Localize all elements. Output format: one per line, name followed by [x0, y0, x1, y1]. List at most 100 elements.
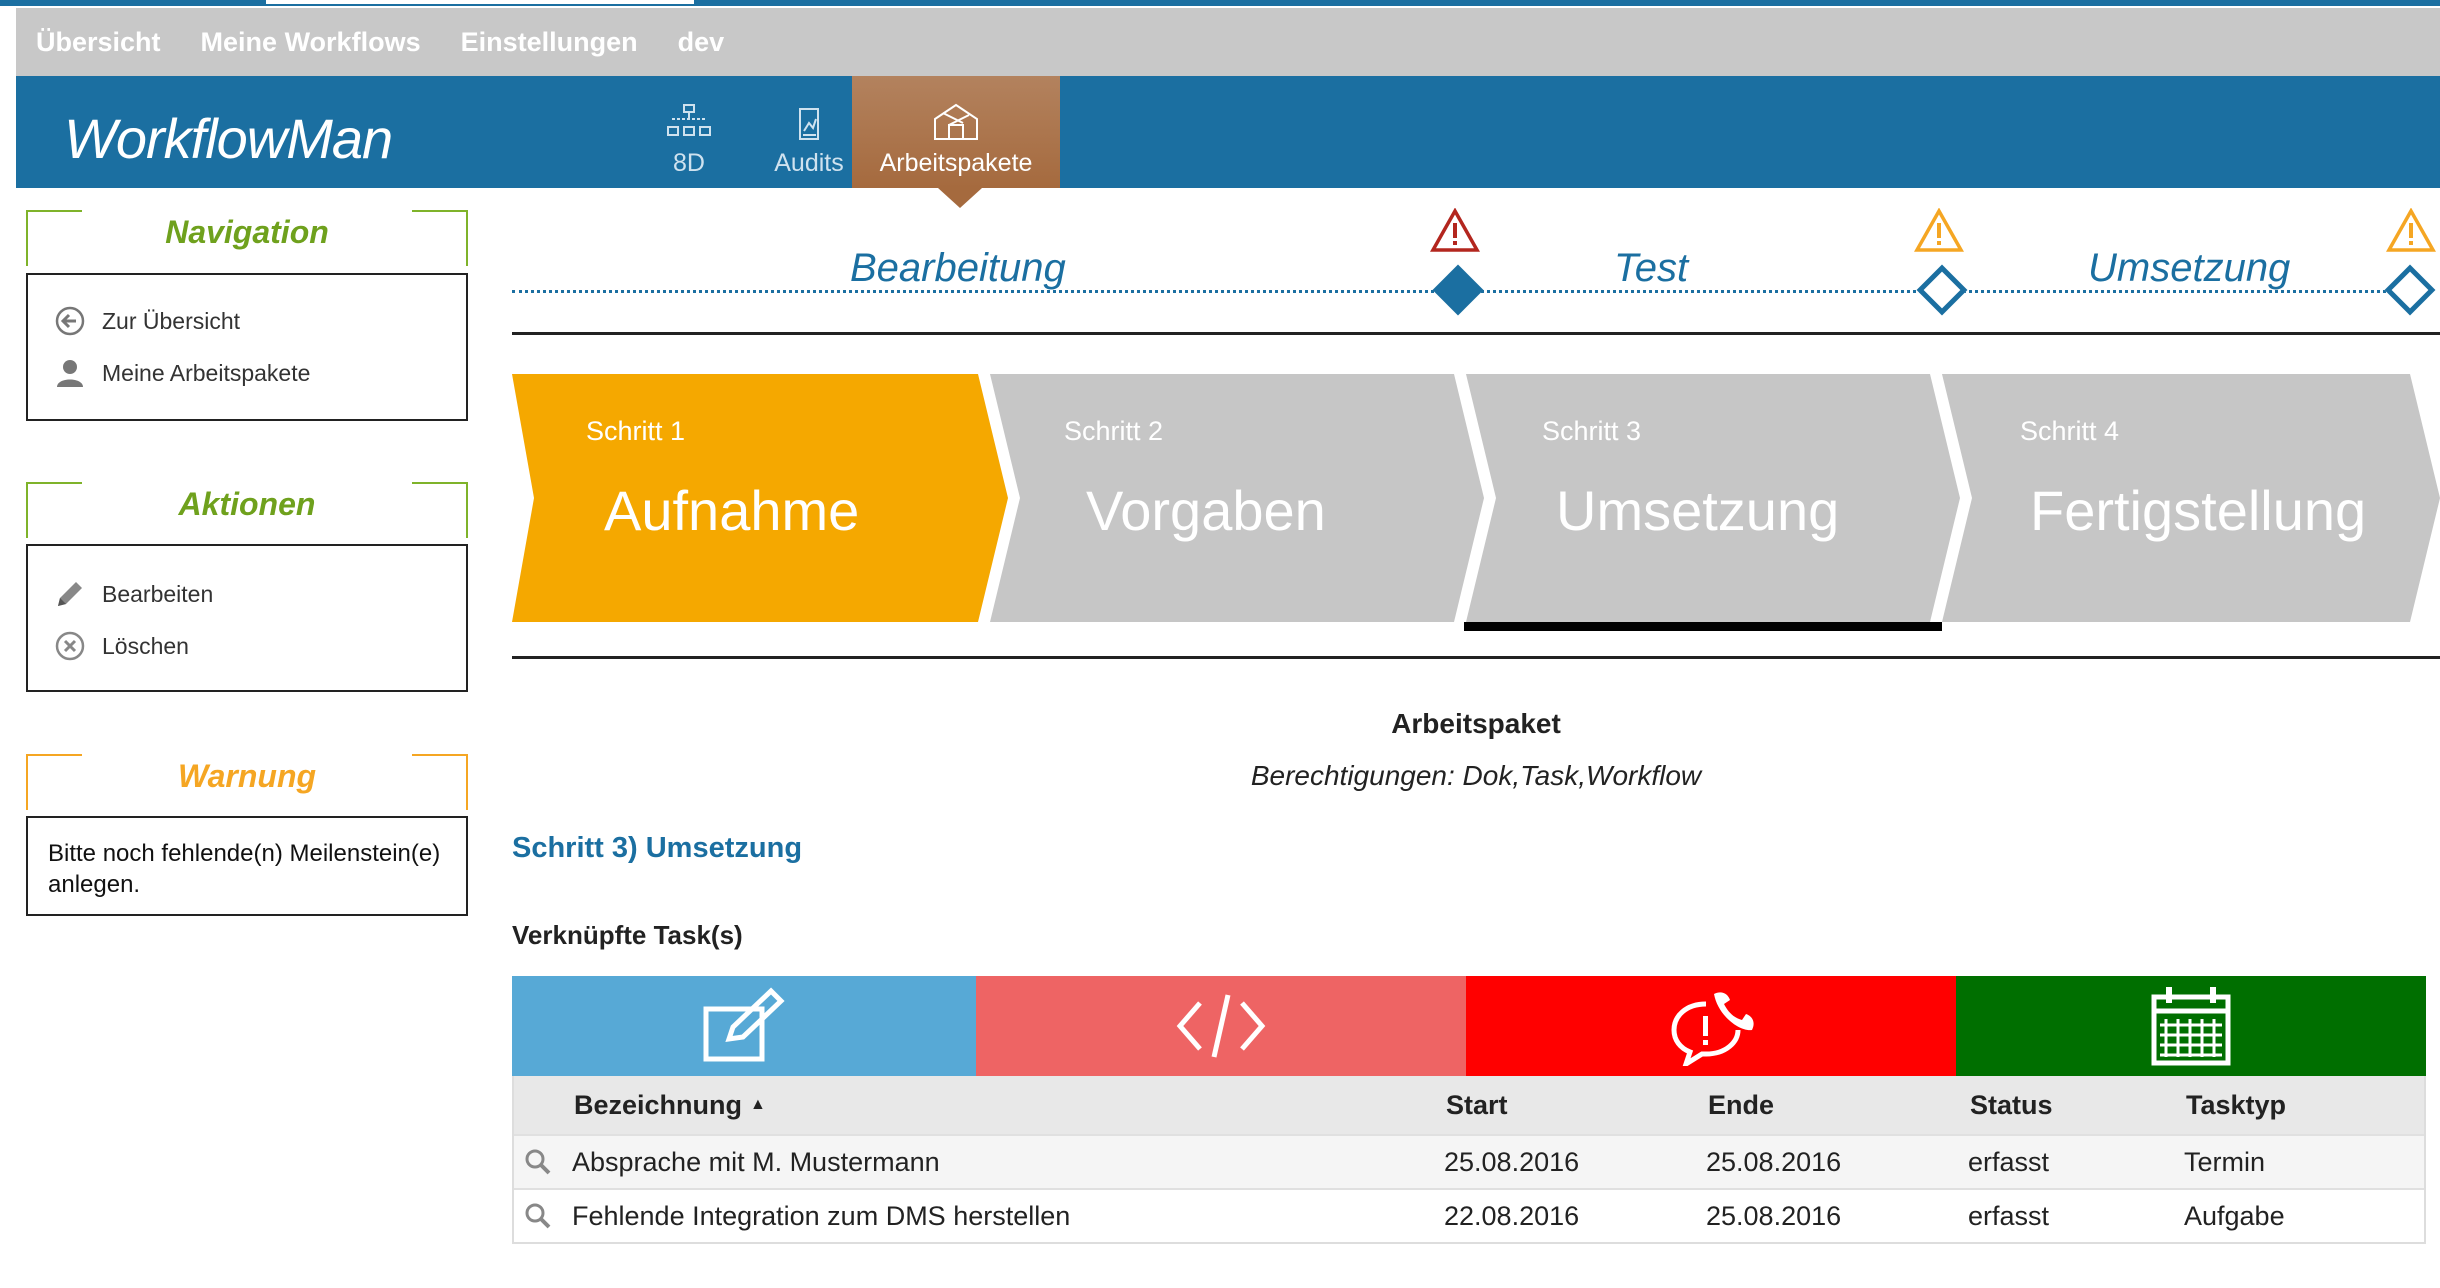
step-1[interactable]: Schritt 1 Aufnahme — [512, 374, 1008, 622]
step-4-number: Schritt 4 — [2020, 416, 2120, 446]
calendar-icon — [2151, 987, 2231, 1066]
cell-tasktyp: Aufgabe — [2184, 1200, 2285, 1231]
phase-line-test — [1468, 290, 1922, 293]
divider-line — [512, 656, 2440, 659]
warning-box: Bitte noch fehlende(n) Meilenstein(e) an… — [26, 816, 468, 916]
tab-8d-label: 8D — [673, 149, 705, 177]
task-type-edit-button[interactable] — [512, 976, 976, 1076]
menu-item-uebersicht[interactable]: Übersicht — [36, 27, 161, 58]
step-heading: Schritt 3) Umsetzung — [512, 832, 803, 864]
step-3-name: Umsetzung — [1556, 479, 1840, 542]
arrow-left-circle-icon — [54, 305, 86, 337]
top-menu-bar: Übersicht Meine Workflows Einstellungen … — [16, 8, 2440, 76]
warning-triangle-icon — [2386, 208, 2436, 252]
column-header-bezeichnung-label: Bezeichnung — [574, 1089, 743, 1120]
phase-label-umsetzung: Umsetzung — [2088, 246, 2291, 290]
phase-label-test: Test — [1614, 246, 1689, 290]
tab-arbeitspakete[interactable]: Arbeitspakete — [852, 76, 1060, 188]
task-type-code-button[interactable] — [976, 976, 1466, 1076]
milestone-diamond-open[interactable] — [1916, 264, 1968, 316]
tasks-table: Bezeichnung ▲ Start Ende Status Tasktyp … — [512, 1076, 2426, 1244]
sort-asc-icon: ▲ — [750, 1096, 766, 1113]
step-1-name: Aufnahme — [604, 479, 860, 542]
table-row[interactable]: Fehlende Integration zum DMS herstellen … — [514, 1188, 2424, 1242]
warning-title: Warnung — [82, 753, 412, 799]
nav-link-zur-uebersicht[interactable]: Zur Übersicht — [28, 295, 466, 347]
app-header: WorkflowMan 8D Audits Arbeitspakete — [16, 76, 2440, 188]
table-header: Bezeichnung ▲ Start Ende Status Tasktyp — [514, 1076, 2424, 1134]
tab-arbeitspakete-label: Arbeitspakete — [879, 149, 1033, 177]
user-icon — [54, 357, 86, 389]
step-2-number: Schritt 2 — [1064, 416, 1164, 446]
milestone-diamond-filled[interactable] — [1432, 264, 1484, 316]
edit-note-icon — [703, 987, 785, 1062]
tab-8d[interactable]: 8D — [638, 76, 740, 188]
page-title: Arbeitspaket — [1391, 708, 1561, 739]
menu-item-dev[interactable]: dev — [678, 27, 725, 58]
actions-section-header: Aktionen — [26, 481, 468, 538]
cell-status: erfasst — [1968, 1146, 2050, 1177]
tab-audits[interactable]: Audits — [754, 76, 864, 188]
cell-start: 25.08.2016 — [1444, 1146, 1580, 1177]
app-logo[interactable]: WorkflowMan — [64, 106, 393, 171]
8d-tree-icon — [667, 104, 711, 136]
current-step-indicator — [1464, 622, 1942, 631]
task-type-phone-button[interactable] — [1466, 976, 1956, 1076]
menu-item-einstellungen[interactable]: Einstellungen — [461, 27, 638, 58]
cell-ende: 25.08.2016 — [1706, 1146, 1842, 1177]
code-icon — [1176, 994, 1266, 1058]
nav-link-meine-arbeitspakete[interactable]: Meine Arbeitspakete — [28, 347, 466, 399]
page: Übersicht Meine Workflows Einstellungen … — [0, 0, 2440, 1288]
navigation-box: Zur Übersicht Meine Arbeitspakete — [26, 273, 468, 421]
actions-box: Bearbeiten Löschen — [26, 544, 468, 692]
navigation-section-header: Navigation — [26, 209, 468, 266]
cell-tasktyp: Termin — [2184, 1146, 2266, 1177]
warning-triangle-icon — [1430, 208, 1480, 252]
menu-item-meine-workflows[interactable]: Meine Workflows — [201, 27, 421, 58]
divider-line — [512, 332, 2440, 335]
phone-alert-icon — [1671, 992, 1754, 1066]
cell-bezeichnung: Absprache mit M. Mustermann — [572, 1146, 940, 1177]
permissions-text: Berechtigungen: Dok,Task,Workflow — [1250, 760, 1702, 791]
nav-link-meine-arbeitspakete-label: Meine Arbeitspakete — [102, 359, 311, 386]
step-4[interactable]: Schritt 4 Fertigstellung — [1942, 374, 2440, 622]
cell-ende: 25.08.2016 — [1706, 1200, 1842, 1231]
phase-label-bearbeitung: Bearbeitung — [850, 246, 1066, 290]
column-header-bezeichnung[interactable]: Bezeichnung ▲ — [574, 1076, 766, 1134]
x-circle-icon — [54, 630, 86, 662]
action-loeschen-label: Löschen — [102, 632, 189, 659]
action-bearbeiten-label: Bearbeiten — [102, 580, 214, 607]
actions-title: Aktionen — [82, 481, 412, 527]
search-icon[interactable] — [524, 1136, 552, 1188]
step-3[interactable]: Schritt 3 Umsetzung — [1466, 374, 1960, 622]
warning-section-header: Warnung — [26, 753, 468, 810]
column-header-tasktyp[interactable]: Tasktyp — [2186, 1076, 2286, 1134]
action-bearbeiten[interactable]: Bearbeiten — [28, 568, 466, 620]
cell-status: erfasst — [1968, 1200, 2050, 1231]
step-2-name: Vorgaben — [1086, 479, 1326, 542]
warning-text: Bitte noch fehlende(n) Meilenstein(e) an… — [48, 840, 441, 898]
pencil-icon — [54, 578, 86, 610]
column-header-start[interactable]: Start — [1446, 1076, 1508, 1134]
linked-tasks-heading: Verknüpfte Task(s) — [512, 920, 743, 950]
step-4-name: Fertigstellung — [2030, 479, 2367, 542]
table-row[interactable]: Absprache mit M. Mustermann 25.08.2016 2… — [514, 1134, 2424, 1188]
cell-start: 22.08.2016 — [1444, 1200, 1580, 1231]
top-accent-gap — [266, 0, 694, 4]
audit-chart-icon — [799, 108, 819, 140]
step-2[interactable]: Schritt 2 Vorgaben — [990, 374, 1484, 622]
active-tab-pointer — [938, 188, 982, 208]
package-house-icon — [934, 103, 978, 140]
milestone-diamond-open[interactable] — [2384, 264, 2436, 316]
task-type-calendar-button[interactable] — [1956, 976, 2426, 1076]
task-type-bar — [512, 976, 2426, 1076]
step-1-number: Schritt 1 — [586, 416, 686, 446]
warning-triangle-icon — [1914, 208, 1964, 252]
column-header-status[interactable]: Status — [1970, 1076, 2053, 1134]
navigation-title: Navigation — [82, 209, 412, 255]
search-icon[interactable] — [524, 1190, 552, 1242]
cell-bezeichnung: Fehlende Integration zum DMS herstellen — [572, 1200, 1071, 1231]
tab-audits-label: Audits — [774, 149, 844, 177]
column-header-ende[interactable]: Ende — [1708, 1076, 1774, 1134]
action-loeschen[interactable]: Löschen — [28, 620, 466, 672]
